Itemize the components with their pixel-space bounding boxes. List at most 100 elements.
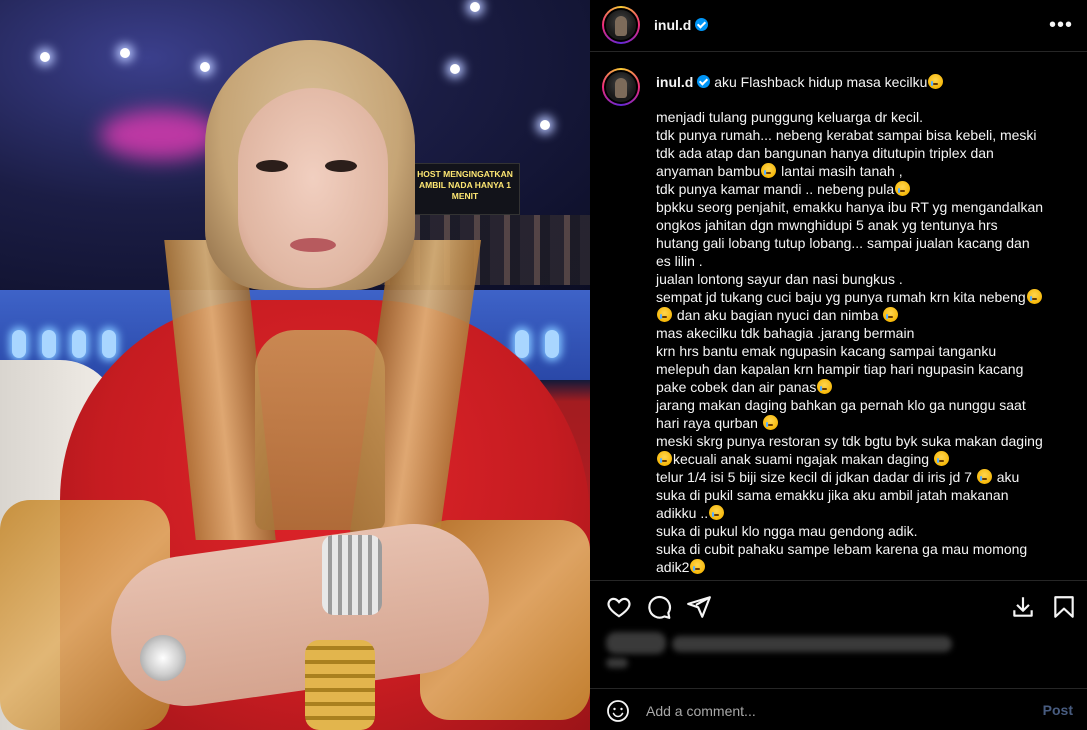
avatar-image <box>604 8 638 42</box>
caption-line-text: suka di pukul klo ngga mau gendong adik. <box>656 523 918 539</box>
caption-line-text: suka di pukil sama emakku jika aku ambil… <box>656 487 1009 503</box>
caption-line-text: dan aku bagian nyuci dan nimba <box>673 307 883 323</box>
smile-icon[interactable] <box>606 699 630 723</box>
eye <box>325 160 357 172</box>
caption-line-text: es lilin . <box>656 253 703 269</box>
stage-screen-sign: HOST MENGINGATKAN AMBIL NADA HANYA 1 MEN… <box>410 163 520 215</box>
diamond-ring <box>140 635 186 681</box>
username-text: inul.d <box>654 17 692 33</box>
caption-line: jarang makan daging bahkan ga pernah klo… <box>656 396 1074 414</box>
led-light <box>12 330 26 358</box>
action-bar <box>590 580 1087 630</box>
gold-bracelet <box>305 640 375 730</box>
caption-line-text: mas akecilku tdk bahagia .jarang bermain <box>656 325 915 341</box>
caption-line-text: melepuh dan kapalan krn hampir tiap hari… <box>656 361 1024 377</box>
caption-line-text: pake cobek dan air panas <box>656 379 817 395</box>
caption-line: jualan lontong sayur dan nasi bungkus . <box>656 270 1074 288</box>
caption-username-link[interactable]: inul.d <box>656 74 693 90</box>
comment-input[interactable] <box>646 701 1006 721</box>
caption-line-text: kecuali anak suami ngajak makan daging <box>673 451 933 467</box>
led-light <box>545 330 559 358</box>
caption-text: menjadi tulang punggung keluarga dr keci… <box>656 108 1074 576</box>
caption-line: kecuali anak suami ngajak makan daging <box>656 450 1074 468</box>
caption-line-text: meski skrg punya restoran sy tdk bgtu by… <box>656 433 1043 449</box>
crying-emoji-icon <box>928 74 944 89</box>
more-options-icon[interactable]: ••• <box>1049 14 1073 37</box>
stage-light <box>450 64 460 74</box>
post-comment-button[interactable]: Post <box>1043 702 1073 718</box>
bookmark-icon[interactable] <box>1051 594 1077 620</box>
avatar[interactable] <box>602 6 640 44</box>
stage-light <box>40 52 50 62</box>
lips <box>290 238 336 252</box>
stage-light <box>200 62 210 72</box>
caption-line: ongkos jahitan dgn mwnghidupi 5 anak yg … <box>656 216 1074 234</box>
sign-text: HOST MENGINGATKAN AMBIL NADA HANYA 1 MEN… <box>417 169 513 201</box>
blurred-timestamp <box>606 658 628 668</box>
caption-line: anyaman bambu lantai masih tanah , <box>656 162 1074 180</box>
username-link[interactable]: inul.d <box>654 17 709 33</box>
caption-line: mas akecilku tdk bahagia .jarang bermain <box>656 324 1074 342</box>
comment-icon[interactable] <box>646 594 672 620</box>
crying-emoji-icon <box>933 451 949 466</box>
heart-icon[interactable] <box>606 594 632 620</box>
stage-light <box>540 120 550 130</box>
caption-line: adikku .. <box>656 504 1074 522</box>
gold-embroidery <box>255 330 385 530</box>
post-header: inul.d ••• <box>590 0 1087 52</box>
caption-line-text: jualan lontong sayur dan nasi bungkus . <box>656 271 903 287</box>
download-icon[interactable] <box>1010 594 1036 620</box>
share-icon[interactable] <box>686 594 712 620</box>
caption-title: aku Flashback hidup masa kecilku <box>714 74 928 90</box>
crying-emoji-icon <box>1026 289 1042 304</box>
caption-line: tdk punya rumah... nebeng kerabat sampai… <box>656 126 1074 144</box>
led-light <box>72 330 86 358</box>
silver-bracelet <box>322 535 382 615</box>
caption-avatar[interactable] <box>602 68 640 106</box>
stage-light-glow <box>100 110 220 160</box>
caption-line: meski skrg punya restoran sy tdk bgtu by… <box>656 432 1074 450</box>
caption-line-text: menjadi tulang punggung keluarga dr keci… <box>656 109 923 125</box>
verified-icon <box>695 18 709 31</box>
caption-line: hutang gali lobang tutup lobang... sampa… <box>656 234 1074 252</box>
caption-line-text: tdk ada atap dan bangunan hanya ditutupi… <box>656 145 994 161</box>
caption-header: inul.d aku Flashback hidup masa kecilku <box>656 73 1076 91</box>
caption-line: menjadi tulang punggung keluarga dr keci… <box>656 108 1074 126</box>
crying-emoji-icon <box>762 415 778 430</box>
caption-line-text: tdk punya kamar mandi .. nebeng pula <box>656 181 895 197</box>
caption-line-text: aku <box>992 469 1020 485</box>
caption-line: suka di pukil sama emakku jika aku ambil… <box>656 486 1074 504</box>
caption-line: suka di cubit pahaku sampe lebam karena … <box>656 540 1074 558</box>
caption-line: es lilin . <box>656 252 1074 270</box>
crying-emoji-icon <box>690 559 706 574</box>
crying-emoji-icon <box>657 451 672 466</box>
caption-line: bpkku seorg penjahit, emakku hanya ibu R… <box>656 198 1074 216</box>
caption-line: tdk punya kamar mandi .. nebeng pula <box>656 180 1074 198</box>
caption-line-text: telur 1/4 isi 5 biji size kecil di jdkan… <box>656 469 976 485</box>
verified-icon <box>697 75 711 88</box>
caption-line-text: jarang makan daging bahkan ga pernah klo… <box>656 397 1026 413</box>
crying-emoji-icon <box>657 307 672 322</box>
comment-bar: Post <box>590 688 1087 730</box>
crying-emoji-icon <box>895 181 911 196</box>
caption-line-text: suka di cubit pahaku sampe lebam karena … <box>656 541 1028 557</box>
crying-emoji-icon <box>883 307 899 322</box>
caption-line: tdk ada atap dan bangunan hanya ditutupi… <box>656 144 1074 162</box>
led-light <box>102 330 116 358</box>
caption-line: hari raya qurban <box>656 414 1074 432</box>
avatar-image <box>604 70 638 104</box>
led-light <box>515 330 529 358</box>
stage-light <box>120 48 130 58</box>
crying-emoji-icon <box>817 379 833 394</box>
caption-line: pake cobek dan air panas <box>656 378 1074 396</box>
caption-line-text: adik2 <box>656 559 690 575</box>
eye <box>256 160 288 172</box>
post-side-panel: inul.d ••• inul.d aku Flashback hidup ma… <box>590 0 1087 730</box>
caption-line: adik2 <box>656 558 1074 576</box>
caption-line-text: adikku .. <box>656 505 709 521</box>
post-photo[interactable]: HOST MENGINGATKAN AMBIL NADA HANYA 1 MEN… <box>0 0 590 730</box>
caption-line-text: krn hrs bantu emak ngupasin kacang sampa… <box>656 343 997 359</box>
caption-line: melepuh dan kapalan krn hampir tiap hari… <box>656 360 1074 378</box>
caption-line: krn hrs bantu emak ngupasin kacang sampa… <box>656 342 1074 360</box>
crying-emoji-icon <box>976 469 992 484</box>
